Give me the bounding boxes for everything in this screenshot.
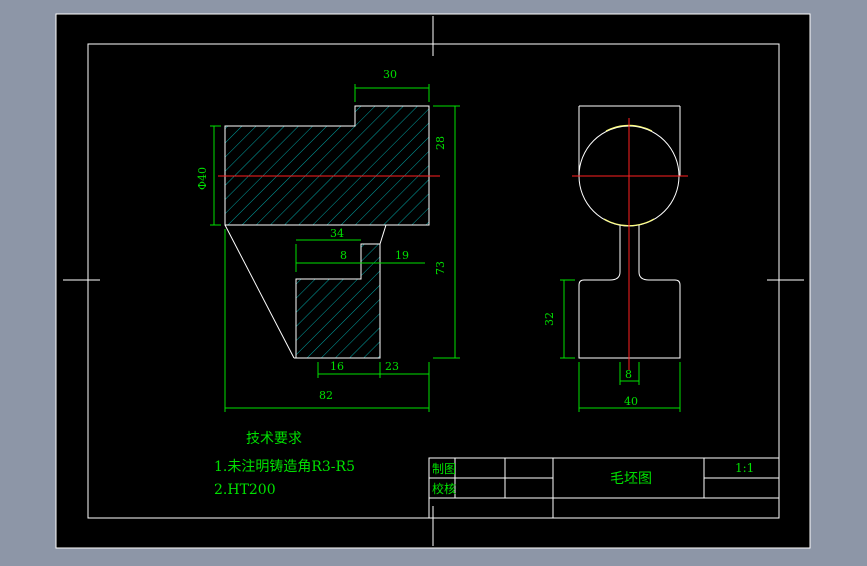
drawing-canvas[interactable]: 30 28 73 Φ40 34 8 19 16 23 82 32 8 40 技术…	[0, 0, 867, 562]
dim-23: 23	[385, 360, 399, 373]
dim-73: 73	[434, 261, 447, 275]
drawing-scale: 1:1	[735, 461, 754, 475]
notes-heading: 技术要求	[246, 431, 302, 447]
notes-line-1: 1.未注明铸造角R3-R5	[214, 459, 355, 475]
dim-30: 30	[383, 68, 397, 81]
dim-40: 40	[624, 395, 638, 408]
dim-28: 28	[434, 136, 447, 150]
dim-19: 19	[395, 249, 409, 262]
title-block-checked-by: 校核	[432, 481, 456, 496]
dim-32: 32	[543, 312, 556, 326]
dim-16: 16	[330, 360, 344, 373]
dim-8-side: 8	[625, 368, 632, 381]
notes-line-2: 2.HT200	[214, 482, 276, 498]
cad-viewport[interactable]: 30 28 73 Φ40 34 8 19 16 23 82 32 8 40 技术…	[0, 0, 867, 562]
dim-34: 34	[330, 227, 344, 240]
dim-82: 82	[319, 389, 333, 402]
dim-8-section: 8	[340, 249, 347, 262]
drawing-title: 毛坯图	[610, 471, 652, 487]
title-block-drawn-by: 制图	[432, 462, 456, 476]
dim-diameter-40: Φ40	[196, 167, 209, 190]
